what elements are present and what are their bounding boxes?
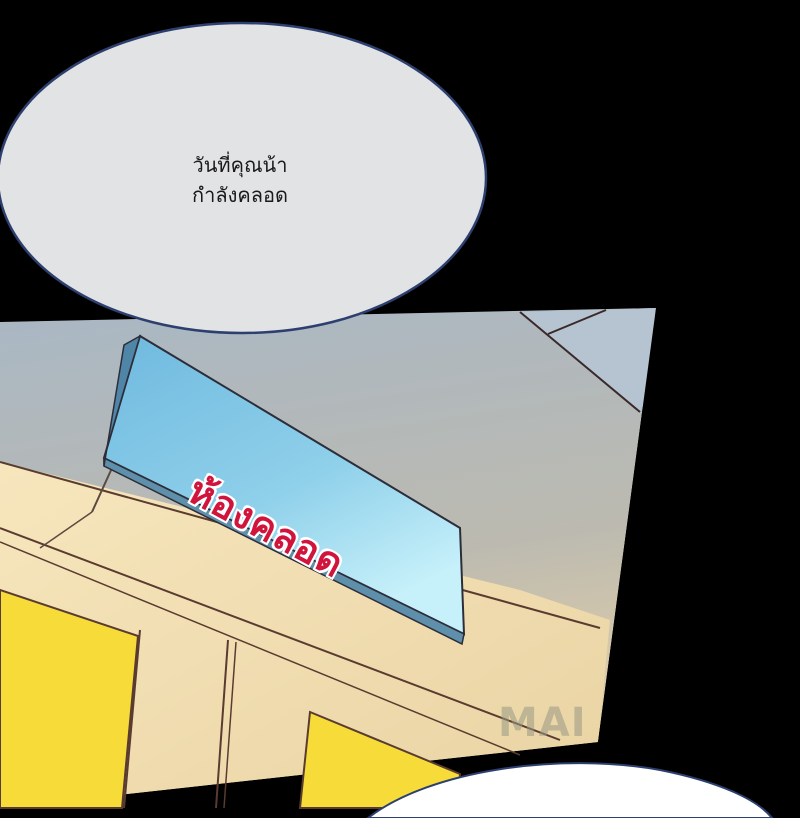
comic-panel-scene — [0, 0, 800, 818]
watermark-logo: MAI — [498, 700, 587, 746]
speech-bubble-text: วันที่คุณน้า กำลังคลอด — [140, 150, 340, 210]
speech-line-2: กำลังคลอด — [192, 183, 288, 207]
speech-line-1: วันที่คุณน้า — [192, 153, 288, 177]
